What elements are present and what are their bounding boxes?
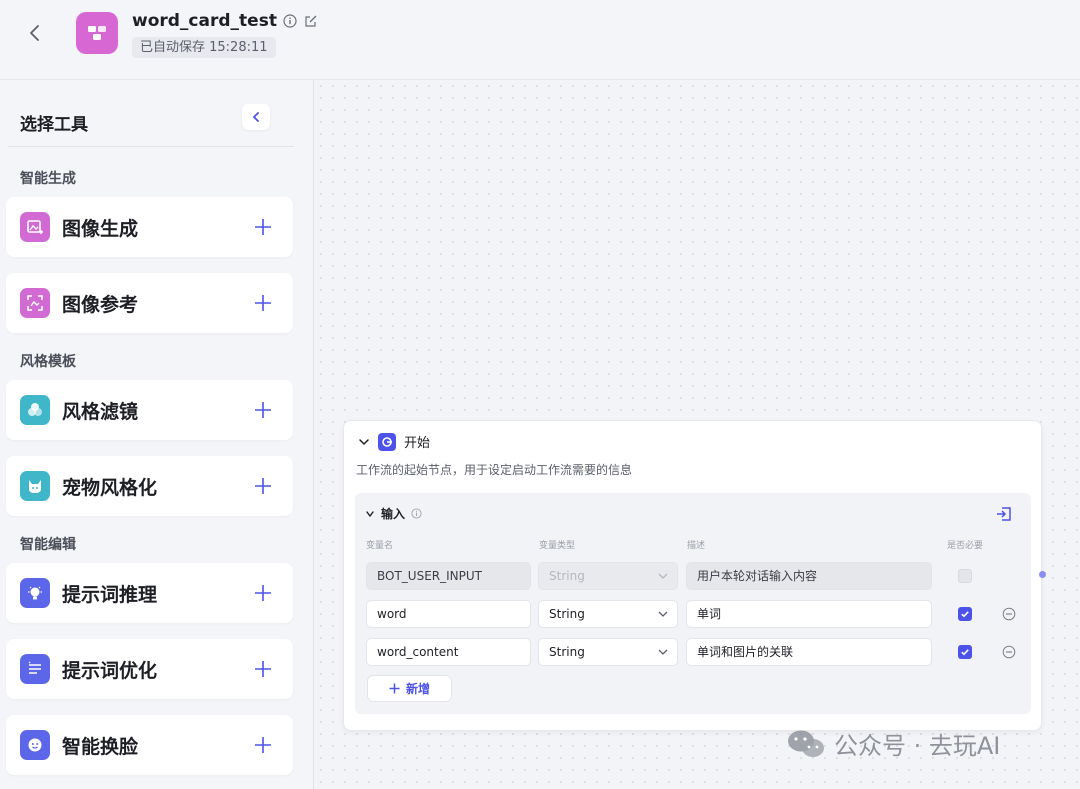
add-variable-button[interactable]: 新增: [367, 675, 452, 702]
input-panel-header: 输入: [365, 505, 422, 522]
plus-icon: [389, 683, 400, 694]
chevron-down-icon: [658, 573, 668, 579]
watermark: 公众号 · 去玩AI: [786, 726, 1000, 761]
tool-card-pet-style[interactable]: 宠物风格化: [6, 456, 293, 516]
start-node-icon: [378, 432, 396, 451]
sidebar-title: 选择工具: [20, 115, 88, 135]
plus-icon[interactable]: [253, 476, 273, 496]
check-icon: [961, 611, 969, 618]
variable-type-value: String: [549, 645, 585, 659]
variable-type-select: String: [538, 562, 678, 590]
variable-description-field[interactable]: 单词: [686, 600, 932, 628]
chevron-down-icon[interactable]: [365, 509, 375, 519]
required-checkbox[interactable]: [958, 645, 972, 659]
watermark-text: 公众号 · 去玩AI: [834, 732, 1001, 760]
chevron-down-icon: [658, 649, 668, 655]
remove-row-icon[interactable]: [1002, 645, 1016, 659]
variable-description-field[interactable]: 单词和图片的关联: [686, 638, 932, 666]
variable-name-field: BOT_USER_INPUT: [366, 562, 531, 590]
tool-card-prompt-optimize[interactable]: 提示词优化: [6, 639, 293, 699]
column-header-name: 变量名: [366, 541, 394, 551]
image-reference-icon: [20, 288, 50, 318]
node-output-port[interactable]: [1039, 571, 1046, 578]
remove-row-icon[interactable]: [1002, 607, 1016, 621]
required-checkbox[interactable]: [958, 607, 972, 621]
image-generate-icon: [20, 212, 50, 242]
style-filter-icon: [20, 395, 50, 425]
plus-icon[interactable]: [253, 217, 273, 237]
collapse-sidebar-button[interactable]: [242, 104, 270, 130]
input-panel-title: 输入: [381, 507, 406, 521]
lightbulb-icon: [20, 578, 50, 608]
tool-card-prompt-reasoning[interactable]: 提示词推理: [6, 563, 293, 623]
tool-label: 图像生成: [62, 217, 139, 240]
pet-cat-icon: [20, 471, 50, 501]
tool-card-image-reference[interactable]: 图像参考: [6, 273, 293, 333]
section-label-style-template: 风格模板: [20, 354, 76, 370]
chevron-left-icon: [30, 25, 39, 41]
divider: [8, 146, 294, 147]
prompt-optimize-icon: [20, 654, 50, 684]
title-row: word_card_test: [132, 11, 319, 31]
top-bar: word_card_test 已自动保存 15:28:11: [0, 0, 1080, 80]
variable-type-value: String: [549, 607, 585, 621]
column-header-type: 变量类型: [539, 541, 576, 551]
plus-icon[interactable]: [253, 400, 273, 420]
chevron-left-icon: [253, 112, 259, 122]
edit-icon[interactable]: [304, 14, 319, 29]
plus-icon[interactable]: [253, 659, 273, 679]
tool-label: 风格滤镜: [62, 400, 139, 423]
plus-icon[interactable]: [253, 735, 273, 755]
plus-icon[interactable]: [253, 583, 273, 603]
variable-type-value: String: [549, 569, 585, 583]
chevron-down-icon[interactable]: [358, 436, 370, 448]
column-header-required: 是否必要: [947, 541, 984, 551]
tool-label: 智能换脸: [62, 735, 139, 758]
app-title: word_card_test: [132, 11, 277, 31]
autosave-status: 已自动保存 15:28:11: [132, 37, 276, 58]
node-header: 开始: [358, 432, 430, 451]
column-header-description: 描述: [687, 541, 706, 551]
section-label-smart-edit: 智能编辑: [20, 537, 76, 553]
tool-label: 宠物风格化: [62, 476, 158, 499]
wechat-icon: [788, 730, 824, 757]
check-icon: [961, 649, 969, 656]
tool-card-style-filter[interactable]: 风格滤镜: [6, 380, 293, 440]
face-swap-icon: [20, 730, 50, 760]
info-icon[interactable]: [283, 14, 298, 29]
variable-type-select[interactable]: String: [538, 600, 678, 628]
section-label-smart-generate: 智能生成: [20, 171, 76, 187]
required-checkbox: [958, 569, 972, 583]
workflow-logo-icon: [76, 12, 118, 54]
tool-label: 提示词推理: [62, 583, 158, 606]
node-description: 工作流的起始节点，用于设定启动工作流需要的信息: [356, 463, 633, 477]
tool-label: 图像参考: [62, 293, 139, 316]
node-title: 开始: [404, 436, 431, 451]
start-node[interactable]: 开始 工作流的起始节点，用于设定启动工作流需要的信息 输入 变量名 变量类型 描…: [343, 420, 1042, 731]
tool-label: 提示词优化: [62, 659, 158, 682]
tool-card-image-generate[interactable]: 图像生成: [6, 197, 293, 257]
input-panel: 输入 变量名 变量类型 描述 是否必要 BOT_USER_INPUT Strin…: [355, 493, 1031, 714]
add-variable-label: 新增: [405, 682, 430, 696]
variable-type-select[interactable]: String: [538, 638, 678, 666]
variable-description-field: 用户本轮对话输入内容: [686, 562, 932, 590]
info-icon[interactable]: [411, 508, 422, 519]
variable-name-field[interactable]: word: [366, 600, 531, 628]
plus-icon[interactable]: [253, 293, 273, 313]
variable-name-field[interactable]: word_content: [366, 638, 531, 666]
tool-sidebar: 选择工具 智能生成 图像生成 图像参考 风格模板 风格滤镜 宠物风格化 智能编辑: [0, 80, 314, 789]
import-variables-icon[interactable]: [995, 505, 1013, 523]
chevron-down-icon: [658, 611, 668, 617]
back-button[interactable]: [22, 20, 48, 46]
tool-card-face-swap[interactable]: 智能换脸: [6, 715, 293, 775]
